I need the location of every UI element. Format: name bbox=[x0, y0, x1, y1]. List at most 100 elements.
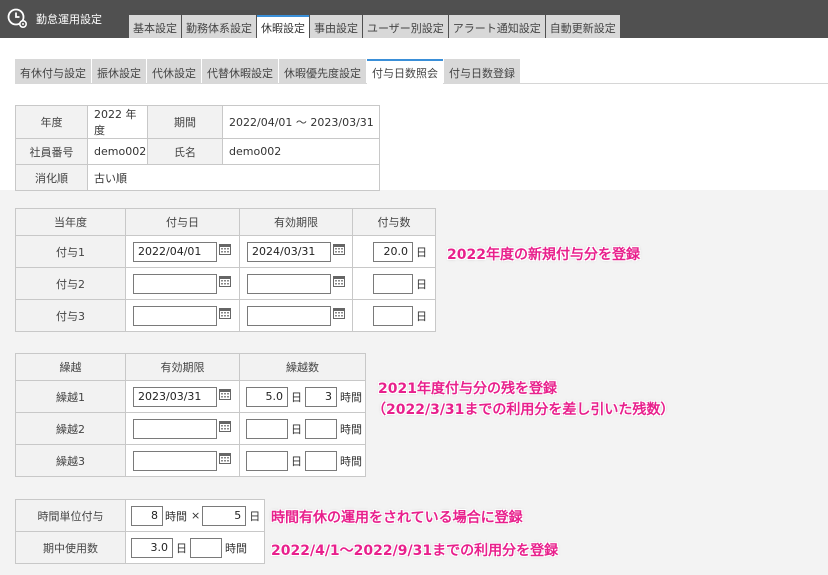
carryover-hours-input[interactable] bbox=[305, 418, 337, 439]
carryover-hours-input[interactable] bbox=[305, 386, 337, 407]
carryover-row-label: 繰越2 bbox=[15, 412, 126, 445]
subtab-leave-priority[interactable]: 休暇優先度設定 bbox=[279, 59, 366, 84]
subtab-substitute-holiday[interactable]: 振休設定 bbox=[92, 59, 146, 84]
day-unit: 日 bbox=[416, 309, 427, 323]
grant-header-expiry: 有効期限 bbox=[239, 208, 353, 236]
name-value: demo002 bbox=[222, 138, 380, 165]
consumption-order-label: 消化順 bbox=[15, 164, 88, 191]
grant-expiry-input[interactable] bbox=[247, 305, 331, 326]
calendar-icon[interactable] bbox=[219, 452, 231, 464]
subtab-grant-days-registration[interactable]: 付与日数登録 bbox=[444, 59, 520, 84]
carryover-days-input[interactable] bbox=[246, 386, 288, 407]
carryover-row: 繰越2 日 時間 bbox=[15, 412, 366, 445]
day-unit: 日 bbox=[291, 422, 302, 436]
consumption-order-value: 古い順 bbox=[87, 164, 380, 191]
multiply-sign: × bbox=[191, 509, 201, 522]
grant-header-year: 当年度 bbox=[15, 208, 126, 236]
grant-row: 付与3 日 bbox=[15, 299, 436, 332]
carryover-header-expiry: 有効期限 bbox=[125, 353, 240, 381]
grant-expiry-input[interactable] bbox=[247, 241, 331, 262]
name-label: 氏名 bbox=[147, 138, 223, 165]
grant-row: 付与1 日 bbox=[15, 235, 436, 268]
subtab-grant-days-inquiry[interactable]: 付与日数照会 bbox=[367, 59, 443, 84]
carryover-days-input[interactable] bbox=[246, 418, 288, 439]
calendar-icon[interactable] bbox=[219, 388, 231, 400]
calendar-icon[interactable] bbox=[333, 275, 345, 287]
subtab-alternative-leave[interactable]: 代替休暇設定 bbox=[202, 59, 278, 84]
grant-row-label: 付与2 bbox=[15, 267, 126, 300]
grant-annotation: 2022年度の新規付与分を登録 bbox=[447, 247, 640, 263]
tab-alert-settings[interactable]: アラート通知設定 bbox=[448, 15, 545, 38]
used-hours-input[interactable] bbox=[190, 537, 222, 558]
day-unit: 日 bbox=[291, 390, 302, 404]
calendar-icon[interactable] bbox=[219, 275, 231, 287]
hour-unit: 時間 bbox=[165, 509, 187, 523]
info-table: 年度 2022 年度 期間 2022/04/01 ～ 2023/03/31 社員… bbox=[15, 105, 380, 191]
hourly-days-input[interactable] bbox=[202, 505, 247, 526]
day-unit: 日 bbox=[176, 541, 187, 555]
employee-number-label: 社員番号 bbox=[15, 138, 88, 165]
clock-gear-icon bbox=[7, 8, 28, 29]
grant-count-input[interactable] bbox=[373, 305, 413, 326]
employee-number-value: demo002 bbox=[87, 138, 148, 165]
app-title: 勤怠運用設定 bbox=[36, 13, 102, 26]
grant-count-input[interactable] bbox=[373, 241, 413, 262]
hour-unit: 時間 bbox=[225, 541, 247, 555]
carryover-annotation-detail: （2022/3/31までの利用分を差し引いた残数） bbox=[372, 402, 675, 418]
tab-reason-settings[interactable]: 事由設定 bbox=[310, 15, 362, 38]
grant-row: 付与2 日 bbox=[15, 267, 436, 300]
year-label: 年度 bbox=[15, 105, 88, 139]
top-bar: 勤怠運用設定 基本設定 勤務体系設定 休暇設定 事由設定 ユーザー別設定 アラー… bbox=[0, 0, 828, 38]
day-unit: 日 bbox=[249, 509, 261, 523]
grant-date-input[interactable] bbox=[133, 273, 217, 294]
calendar-icon[interactable] bbox=[333, 243, 345, 255]
hour-unit: 時間 bbox=[340, 454, 362, 468]
hourly-hours-input[interactable] bbox=[131, 505, 163, 526]
hour-unit: 時間 bbox=[340, 390, 362, 404]
calendar-icon[interactable] bbox=[219, 307, 231, 319]
main-tabs: 基本設定 勤務体系設定 休暇設定 事由設定 ユーザー別設定 アラート通知設定 自… bbox=[129, 15, 621, 38]
tab-leave-settings[interactable]: 休暇設定 bbox=[257, 15, 309, 38]
grant-date-input[interactable] bbox=[133, 241, 217, 262]
grant-row-label: 付与1 bbox=[15, 235, 126, 268]
tab-basic-settings[interactable]: 基本設定 bbox=[129, 15, 181, 38]
grant-row-label: 付与3 bbox=[15, 299, 126, 332]
carryover-days-input[interactable] bbox=[246, 450, 288, 471]
tab-auto-update-settings[interactable]: 自動更新設定 bbox=[545, 15, 620, 38]
day-unit: 日 bbox=[416, 245, 427, 259]
carryover-expiry-input[interactable] bbox=[133, 386, 217, 407]
calendar-icon[interactable] bbox=[219, 420, 231, 432]
hour-unit: 時間 bbox=[340, 422, 362, 436]
period-value: 2022/04/01 ～ 2023/03/31 bbox=[222, 105, 380, 139]
grant-table: 当年度 付与日 有効期限 付与数 付与1 日 付与2 日 付与3 日 bbox=[15, 208, 436, 332]
hourly-grant-label: 時間単位付与 bbox=[15, 499, 126, 532]
carryover-expiry-input[interactable] bbox=[133, 418, 217, 439]
calendar-icon[interactable] bbox=[219, 243, 231, 255]
used-days-input[interactable] bbox=[131, 537, 173, 558]
carryover-annotation: 2021年度付与分の残を登録 bbox=[378, 381, 557, 397]
grant-count-input[interactable] bbox=[373, 273, 413, 294]
carryover-row: 繰越3 日 時間 bbox=[15, 444, 366, 477]
day-unit: 日 bbox=[291, 454, 302, 468]
day-unit: 日 bbox=[416, 277, 427, 291]
tab-user-settings[interactable]: ユーザー別設定 bbox=[363, 15, 448, 38]
calendar-icon[interactable] bbox=[333, 307, 345, 319]
hourly-leave-table: 時間単位付与 時間×日 期中使用数 日時間 bbox=[15, 499, 265, 564]
grant-header-date: 付与日 bbox=[125, 208, 240, 236]
grant-expiry-input[interactable] bbox=[247, 273, 331, 294]
carryover-hours-input[interactable] bbox=[305, 450, 337, 471]
subtab-compensatory-leave[interactable]: 代休設定 bbox=[147, 59, 201, 84]
carryover-expiry-input[interactable] bbox=[133, 450, 217, 471]
carryover-row-label: 繰越1 bbox=[15, 380, 126, 413]
tab-work-system-settings[interactable]: 勤務体系設定 bbox=[182, 15, 256, 38]
period-used-label: 期中使用数 bbox=[15, 531, 126, 564]
year-value: 2022 年度 bbox=[87, 105, 148, 139]
sub-tabs: 有休付与設定 振休設定 代休設定 代替休暇設定 休暇優先度設定 付与日数照会 付… bbox=[15, 59, 521, 85]
hourly-annotation: 時間有休の運用をされている場合に登録 bbox=[271, 510, 523, 526]
carryover-row-label: 繰越3 bbox=[15, 444, 126, 477]
subtab-paid-leave-grant[interactable]: 有休付与設定 bbox=[15, 59, 91, 84]
grant-header-count: 付与数 bbox=[352, 208, 436, 236]
used-annotation: 2022/4/1～2022/9/31までの利用分を登録 bbox=[271, 543, 559, 559]
grant-date-input[interactable] bbox=[133, 305, 217, 326]
period-label: 期間 bbox=[147, 105, 223, 139]
